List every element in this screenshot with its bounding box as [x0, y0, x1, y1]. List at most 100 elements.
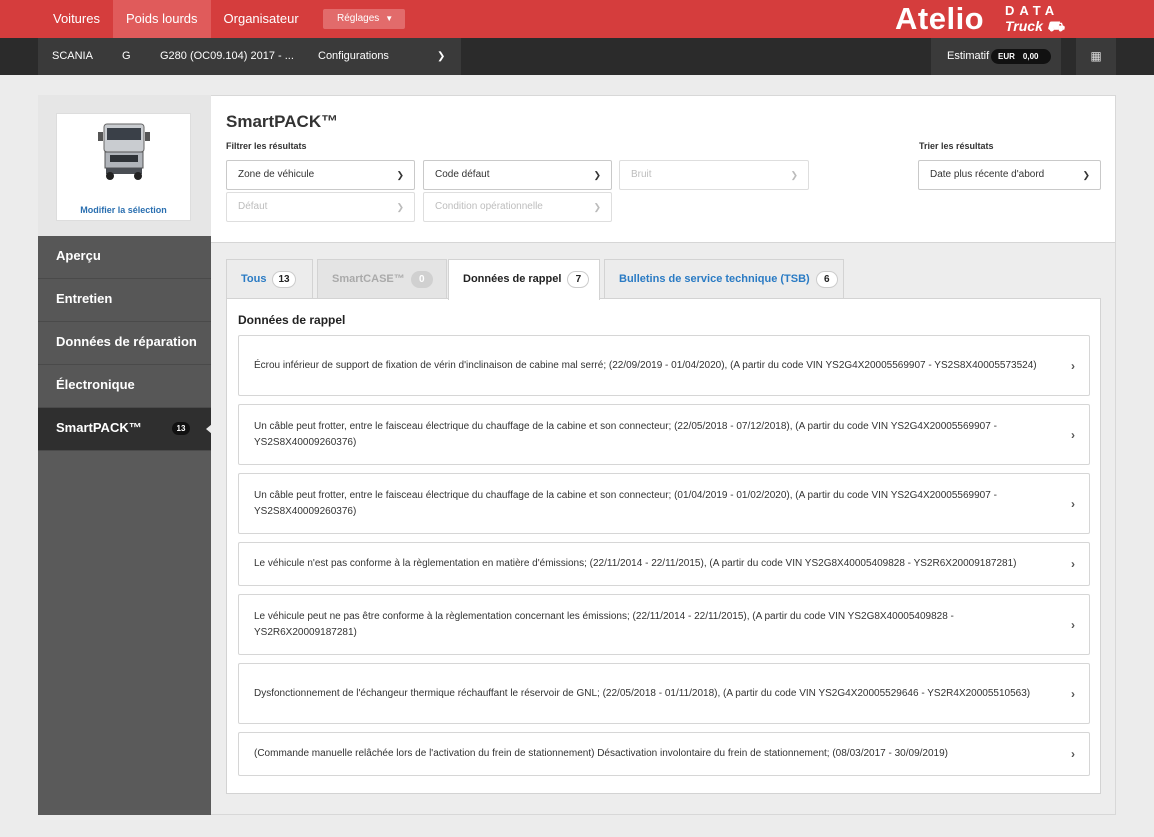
tab-bulletins-tsb[interactable]: Bulletins de service technique (TSB) 6 — [604, 259, 844, 298]
sidebar-item-label: SmartPACK™ — [56, 420, 142, 435]
select-value: Bruit — [631, 169, 652, 180]
noise-select[interactable]: Bruit ❯ — [619, 160, 809, 190]
tab-count: 7 — [567, 271, 590, 288]
vehicle-brand[interactable]: SCANIA — [38, 38, 106, 75]
chevron-down-icon: ❯ — [396, 170, 404, 180]
select-value: Condition opérationnelle — [435, 201, 543, 212]
select-value: Zone de véhicule — [238, 169, 315, 180]
fault-code-select[interactable]: Code défaut ❯ — [423, 160, 612, 190]
calculator-icon: ▦ — [1090, 49, 1102, 63]
filter-label: Filtrer les résultats — [226, 141, 307, 151]
chevron-down-icon: ❯ — [396, 202, 404, 212]
logo-main-text: Atelio — [895, 1, 985, 36]
nav-organisateur[interactable]: Organisateur — [211, 0, 312, 38]
sidebar-item-label: Données de réparation — [56, 334, 197, 349]
tab-label: Tous — [241, 273, 267, 285]
logo-truck-text: Truck ⛟ — [1005, 19, 1064, 34]
recall-text: Le véhicule peut ne pas être conforme à … — [254, 610, 954, 638]
defect-select[interactable]: Défaut ❯ — [226, 192, 415, 222]
tab-tous[interactable]: Tous 13 — [226, 259, 313, 298]
logo-truck-label: Truck — [1005, 18, 1043, 34]
vehicle-series[interactable]: G — [106, 38, 145, 75]
chevron-right-icon: › — [1071, 617, 1075, 632]
recall-item[interactable]: Écrou inférieur de support de fixation d… — [238, 335, 1090, 396]
logo-data-text: DATA — [1005, 3, 1060, 18]
recall-item[interactable]: Un câble peut frotter, entre le faisceau… — [238, 404, 1090, 465]
tab-label: Bulletins de service technique (TSB) — [619, 273, 810, 285]
nav-voitures[interactable]: Voitures — [40, 0, 113, 38]
recall-item[interactable]: (Commande manuelle relâchée lors de l'ac… — [238, 732, 1090, 776]
chevron-down-icon: ❯ — [1082, 170, 1090, 180]
vehicle-zone-select[interactable]: Zone de véhicule ❯ — [226, 160, 415, 190]
recall-item[interactable]: Un câble peut frotter, entre le faisceau… — [238, 473, 1090, 534]
configurations-label: Configurations — [318, 50, 389, 62]
tab-count: 13 — [272, 271, 296, 288]
sort-label: Trier les résultats — [919, 141, 994, 151]
tab-label: Données de rappel — [463, 273, 562, 285]
sidebar-item-smartpack[interactable]: SmartPACK™ 13 — [38, 408, 212, 451]
chevron-right-icon: › — [1071, 686, 1075, 701]
tab-donnees-rappel[interactable]: Données de rappel 7 — [448, 259, 600, 300]
recall-text: Le véhicule n'est pas conforme à la règl… — [254, 558, 1017, 569]
vehicle-card-area: Modifier la sélection — [38, 95, 211, 236]
select-value: Date plus récente d'abord — [930, 169, 1045, 180]
sidebar-item-electronique[interactable]: Électronique — [38, 365, 211, 408]
chevron-down-icon: ❯ — [593, 202, 601, 212]
select-value: Code défaut — [435, 169, 490, 180]
chevron-down-icon: ❯ — [437, 51, 446, 62]
recall-text: Dysfonctionnement de l'échangeur thermiq… — [254, 687, 1031, 699]
truck-image — [98, 123, 150, 180]
settings-dropdown-button[interactable]: Réglages ▼ — [323, 9, 406, 29]
top-bar: Voitures Poids lourds Organisateur Régla… — [0, 0, 1154, 38]
vehicle-model[interactable]: G280 (OC09.104) 2017 - ... — [145, 38, 304, 75]
chevron-right-icon: › — [1071, 557, 1075, 571]
recall-item[interactable]: Dysfonctionnement de l'échangeur thermiq… — [238, 663, 1090, 724]
nav-poids-lourds[interactable]: Poids lourds — [112, 0, 211, 38]
chevron-right-icon: › — [1071, 747, 1075, 761]
page-title: SmartPACK™ — [226, 112, 339, 131]
sort-select[interactable]: Date plus récente d'abord ❯ — [918, 160, 1101, 190]
select-value: Défaut — [238, 201, 268, 212]
estimatif-box[interactable]: Estimatif EUR 0,00 — [931, 38, 1061, 75]
operating-condition-select[interactable]: Condition opérationnelle ❯ — [423, 192, 612, 222]
main-panel: SmartPACK™ Filtrer les résultats Trier l… — [211, 95, 1116, 815]
recall-text: Écrou inférieur de support de fixation d… — [254, 359, 1037, 371]
recall-text: Un câble peut frotter, entre le faisceau… — [254, 420, 997, 448]
vehicle-card[interactable]: Modifier la sélection — [56, 113, 191, 221]
caret-down-icon: ▼ — [385, 14, 394, 23]
vehicle-bar: SCANIA G G280 (OC09.104) 2017 - ... Conf… — [0, 38, 1154, 75]
filter-panel: SmartPACK™ Filtrer les résultats Trier l… — [211, 96, 1115, 243]
sidebar-item-label: Électronique — [56, 377, 135, 392]
chevron-right-icon: › — [1071, 427, 1075, 442]
chevron-down-icon: ❯ — [593, 170, 601, 180]
sidebar-item-apercu[interactable]: Aperçu — [38, 236, 211, 279]
tab-count: 6 — [815, 271, 838, 288]
calculator-button[interactable]: ▦ — [1076, 38, 1116, 75]
sidebar-item-label: Aperçu — [56, 248, 101, 263]
chevron-right-icon: › — [1071, 358, 1075, 373]
recall-content: Données de rappel Écrou inférieur de sup… — [226, 298, 1101, 794]
currency-label: EUR — [998, 52, 1015, 61]
estimatif-label: Estimatif — [947, 50, 990, 62]
sidebar: Modifier la sélection Aperçu Entretien D… — [38, 95, 212, 815]
recall-text: (Commande manuelle relâchée lors de l'ac… — [254, 748, 948, 759]
tab-count: 0 — [410, 271, 433, 288]
tab-smartcase[interactable]: SmartCASE™ 0 — [317, 259, 447, 298]
count-badge: 13 — [172, 422, 190, 435]
modify-selection-link[interactable]: Modifier la sélection — [57, 205, 190, 215]
top-nav: Voitures Poids lourds Organisateur — [40, 0, 312, 38]
recall-item[interactable]: Le véhicule peut ne pas être conforme à … — [238, 594, 1090, 655]
truck-icon: ⛟ — [1046, 18, 1065, 34]
chevron-right-icon: › — [1071, 496, 1075, 511]
sidebar-item-donnees-reparation[interactable]: Données de réparation — [38, 322, 211, 365]
sidebar-item-label: Entretien — [56, 291, 113, 306]
recall-text: Un câble peut frotter, entre le faisceau… — [254, 489, 997, 517]
estimatif-amount: 0,00 — [1022, 52, 1039, 61]
tab-label: SmartCASE™ — [332, 273, 405, 285]
section-title: Données de rappel — [238, 313, 346, 327]
settings-label: Réglages — [337, 13, 380, 24]
sidebar-menu: Aperçu Entretien Données de réparation É… — [38, 236, 212, 451]
sidebar-item-entretien[interactable]: Entretien — [38, 279, 211, 322]
estimatif-amount-pill: EUR 0,00 — [991, 49, 1051, 64]
recall-item[interactable]: Le véhicule n'est pas conforme à la règl… — [238, 542, 1090, 586]
